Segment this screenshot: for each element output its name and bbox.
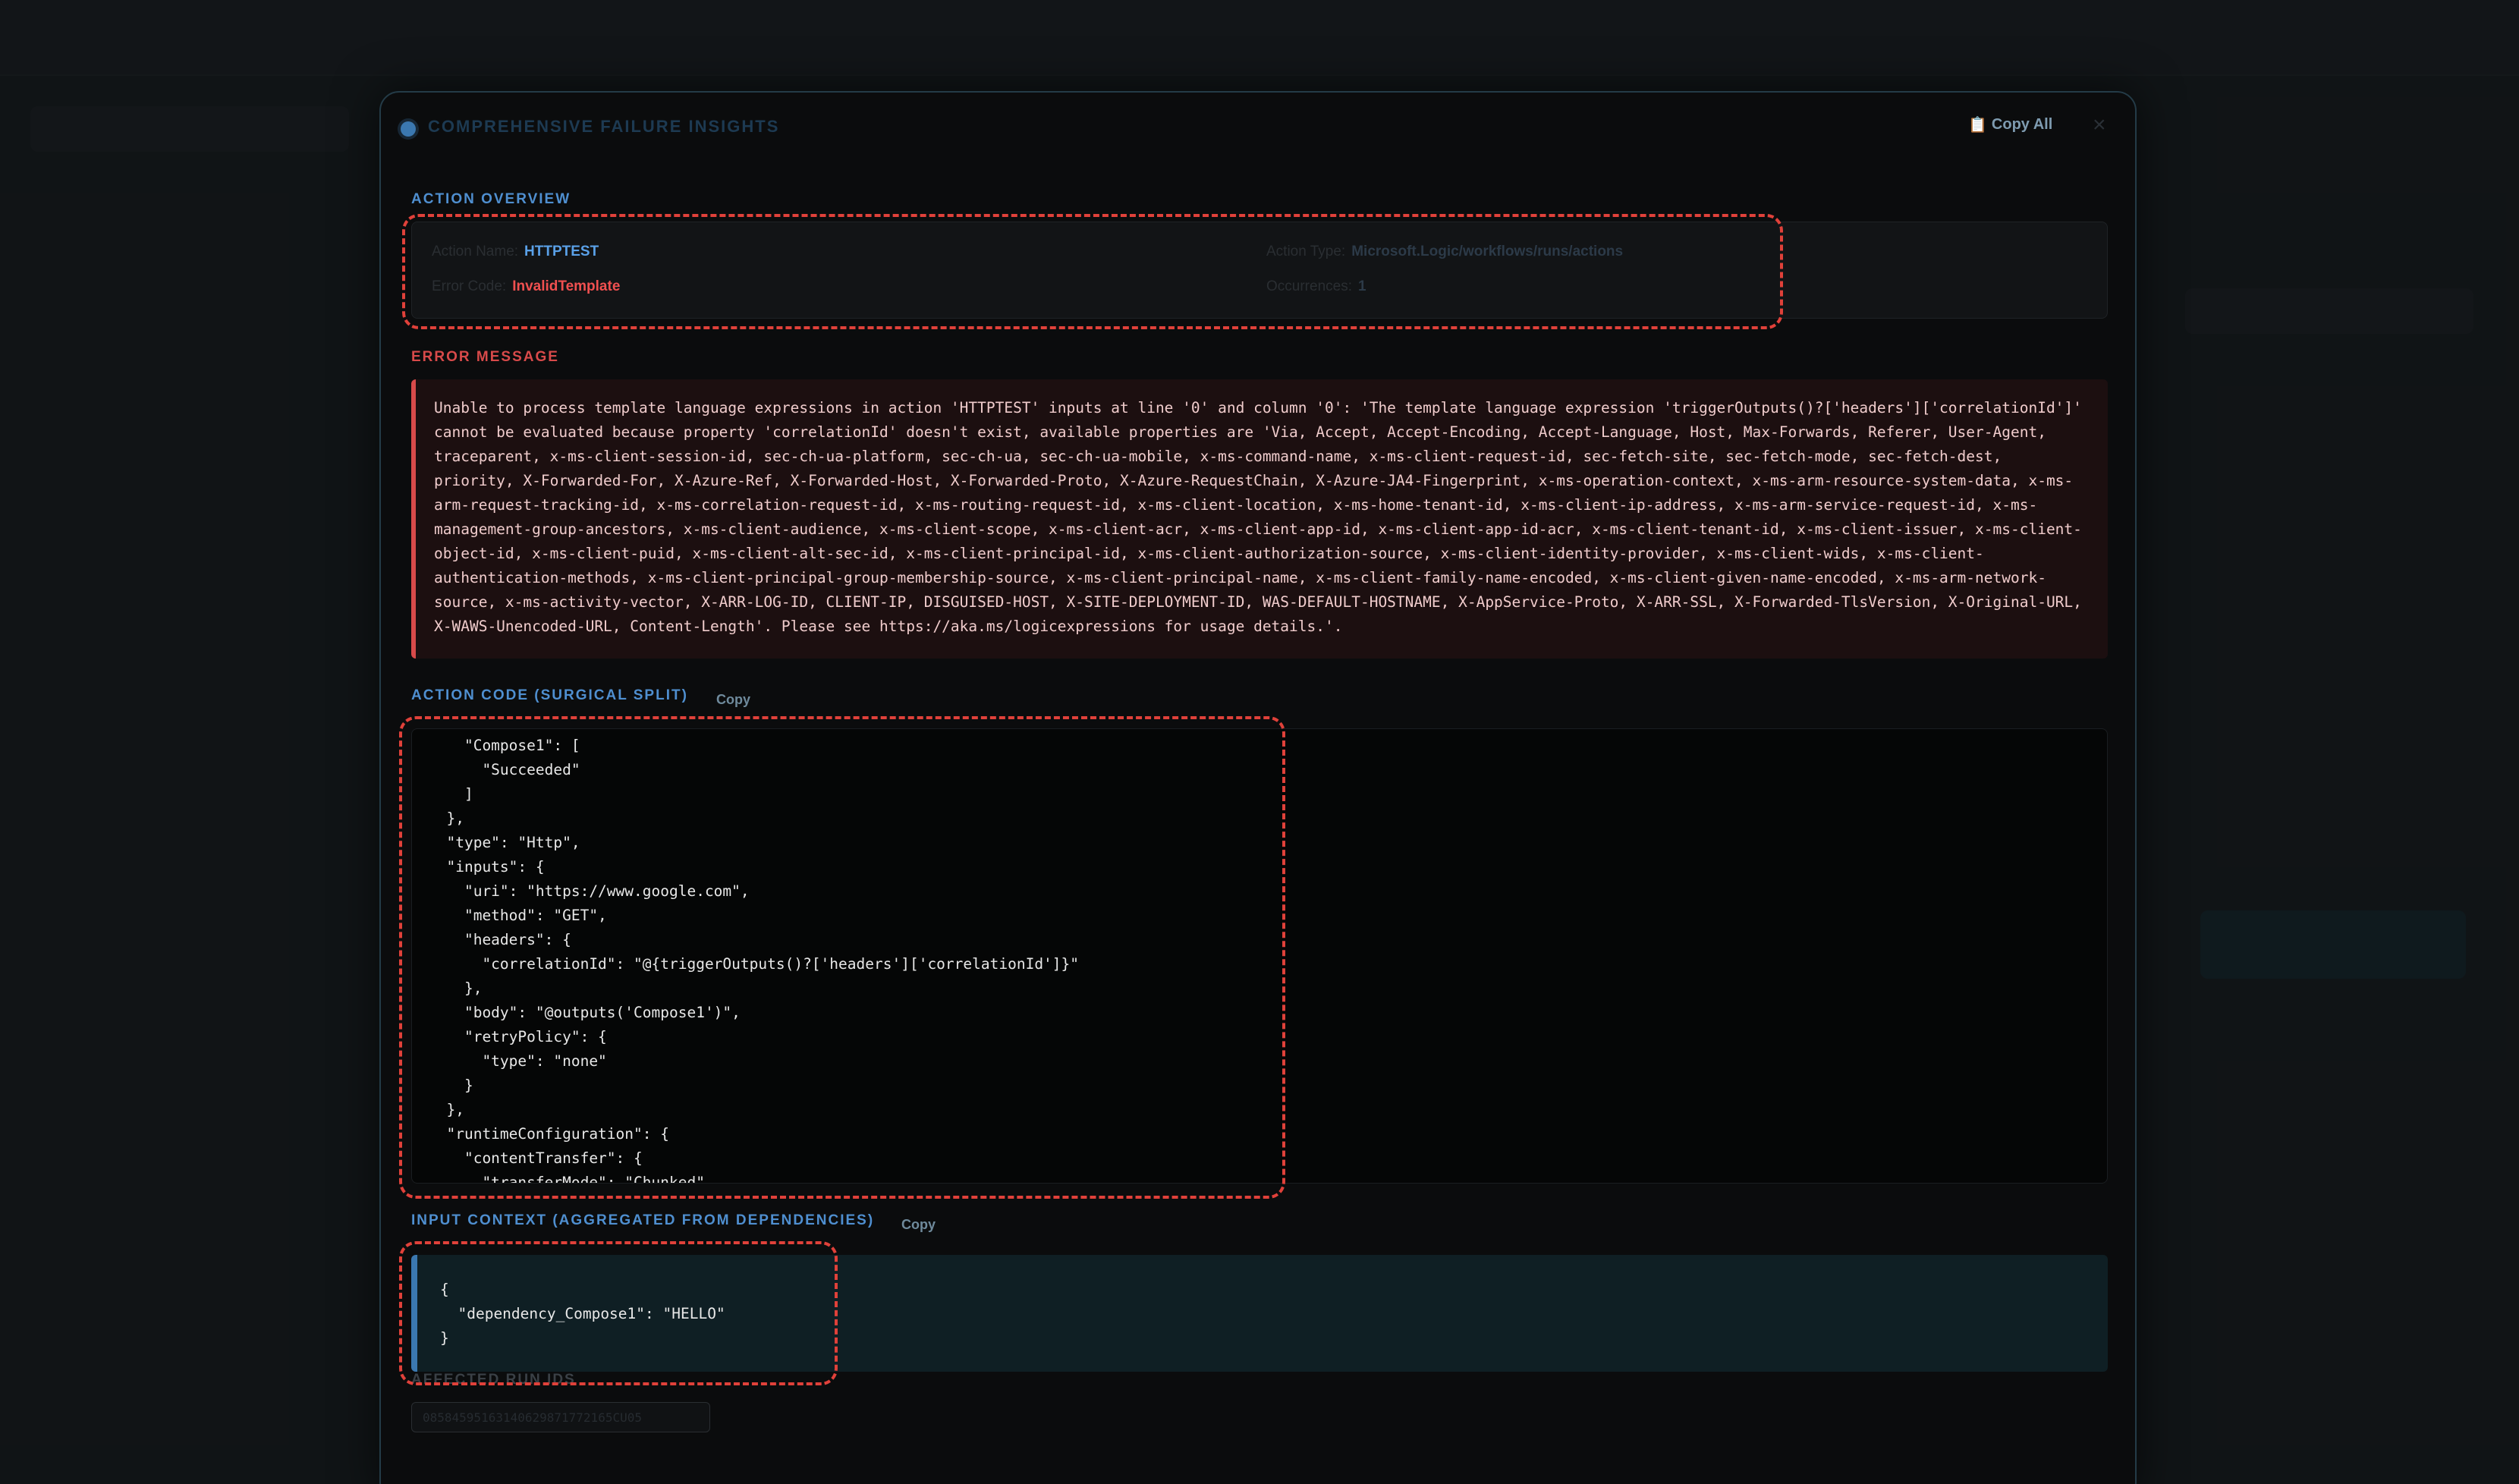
action-name-key: Action Name: [432, 244, 519, 259]
error-code-value: InvalidTemplate [512, 278, 621, 294]
action-type-value: Microsoft.Logic/workflows/runs/actions [1351, 244, 1624, 259]
copy-action-code-button[interactable]: Copy [716, 692, 750, 708]
run-id-chip[interactable]: 08584595163140629871772165CU05 [411, 1402, 710, 1432]
modal-header: Comprehensive Failure Insights 📋 Copy Al… [381, 93, 2135, 162]
input-context-heading: Input Context (Aggregated from Dependenc… [411, 1212, 875, 1228]
error-code-key: Error Code: [432, 278, 507, 294]
close-button[interactable]: × [2093, 112, 2106, 138]
action-overview-card: Action Name: HTTPTEST Action Type: Microso… [411, 222, 2108, 319]
clipboard-icon: 📋 [1968, 117, 1987, 134]
action-type-field: Action Type: Microsoft.Logic/workflows/ru… [1266, 244, 1623, 260]
action-overview-heading: Action Overview [411, 191, 571, 207]
action-code-text: "Compose1": [ "Succeeded" ] }, "type": "… [446, 737, 1080, 1184]
error-message-heading: Error Message [411, 349, 559, 365]
affected-runs-heading: Affected Run IDs [411, 1372, 576, 1388]
error-code-field: Error Code: InvalidTemplate [432, 278, 620, 295]
input-context-box: { "dependency_Compose1": "HELLO" } [411, 1255, 2108, 1372]
copy-all-button[interactable]: 📋 Copy All [1968, 115, 2052, 134]
action-name-field: Action Name: HTTPTEST [432, 244, 599, 260]
modal-title: Comprehensive Failure Insights [428, 117, 780, 136]
occurrences-field: Occurrences: 1 [1266, 278, 1366, 295]
copy-all-label: Copy All [1991, 116, 2053, 133]
action-code-box[interactable]: "Compose1": [ "Succeeded" ] }, "type": "… [411, 728, 2108, 1184]
action-type-key: Action Type: [1266, 244, 1346, 259]
occurrences-value: 1 [1357, 278, 1366, 294]
copy-input-context-button[interactable]: Copy [901, 1217, 936, 1233]
failure-insights-modal: Comprehensive Failure Insights 📋 Copy Al… [379, 91, 2137, 1484]
action-code-heading: Action Code (Surgical Split) [411, 687, 688, 703]
action-name-value: HTTPTEST [524, 244, 599, 259]
status-dot-icon [401, 121, 416, 137]
occurrences-key: Occurrences: [1266, 278, 1352, 294]
input-context-text: { "dependency_Compose1": "HELLO" } [440, 1281, 725, 1347]
error-message-box: Unable to process template language expr… [411, 379, 2108, 659]
